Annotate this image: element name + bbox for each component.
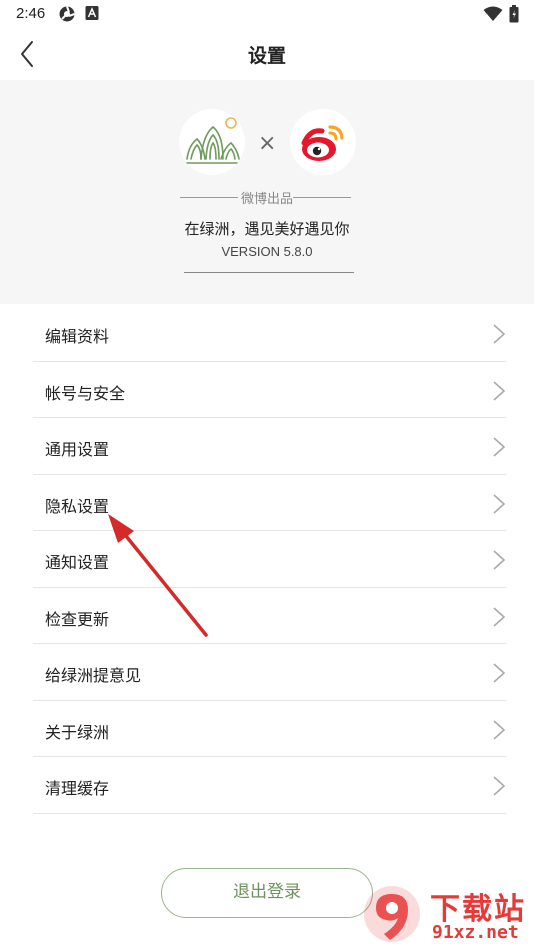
oasis-logo-icon: [179, 109, 245, 175]
chevron-right-icon: [493, 437, 506, 457]
menu-item-notification-settings[interactable]: 通知设置: [33, 531, 506, 588]
banner-divider: [184, 272, 354, 273]
menu-item-clear-cache[interactable]: 清理缓存: [33, 757, 506, 814]
chevron-right-icon: [493, 776, 506, 796]
times-sign: ×: [258, 131, 277, 156]
watermark-logo-icon: [364, 886, 420, 942]
version-label: VERSION 5.8.0: [221, 244, 313, 259]
menu-item-label: 帐号与安全: [45, 383, 126, 403]
menu-item-label: 通用设置: [45, 440, 110, 459]
chevron-right-icon: [493, 663, 506, 683]
menu-item-label: 关于绿洲: [45, 722, 110, 742]
watermark-url: 91xz.net: [432, 922, 519, 943]
menu-item-label: 编辑资料: [45, 327, 110, 346]
menu-item-feedback[interactable]: 给绿洲提意见: [33, 644, 506, 701]
wifi-icon: [483, 6, 503, 26]
chevron-right-icon: [493, 606, 506, 627]
weibo-logo-icon: [290, 109, 356, 175]
produced-by-label: 微博出品: [240, 192, 293, 207]
status-bar: 2:46: [0, 0, 534, 28]
settings-menu: 编辑资料 帐号与安全 通用设置 隐私设置 通知设置 检查更新 给绿洲提意见 关于…: [33, 305, 506, 814]
menu-item-label: 检查更新: [45, 609, 110, 629]
menu-item-check-update[interactable]: 检查更新: [33, 588, 506, 644]
menu-item-edit-profile[interactable]: 编辑资料: [33, 305, 506, 362]
menu-item-label: 隐私设置: [45, 496, 110, 516]
slogan: 在绿洲，遇见美好遇见你: [184, 220, 350, 238]
produced-divider-right: [293, 197, 351, 198]
watermark: 下载站 91xz.net: [362, 882, 532, 948]
page-title: 设置: [247, 45, 286, 67]
chevron-right-icon: [493, 719, 506, 740]
app-notification-icon: [58, 5, 76, 27]
nav-bar: 设置: [0, 28, 534, 80]
chevron-right-icon: [493, 493, 506, 514]
status-time: 2:46: [16, 5, 46, 22]
chevron-right-icon: [493, 380, 506, 401]
menu-item-label: 清理缓存: [45, 779, 110, 798]
menu-item-about[interactable]: 关于绿洲: [33, 701, 506, 757]
logout-button[interactable]: 退出登录: [161, 868, 373, 918]
chevron-right-icon: [493, 550, 506, 570]
chevron-right-icon: [493, 324, 506, 344]
menu-item-label: 给绿洲提意见: [45, 666, 142, 685]
battery-icon: [509, 5, 519, 27]
about-banner: × 微博出品 在绿洲，遇见美好遇见你 VERSION 5.8.0: [0, 80, 534, 304]
menu-item-general-settings[interactable]: 通用设置: [33, 418, 506, 475]
menu-item-privacy-settings[interactable]: 隐私设置: [33, 475, 506, 531]
menu-item-label: 通知设置: [45, 553, 110, 572]
menu-item-account-security[interactable]: 帐号与安全: [33, 362, 506, 418]
a-notification-icon: [85, 5, 99, 25]
